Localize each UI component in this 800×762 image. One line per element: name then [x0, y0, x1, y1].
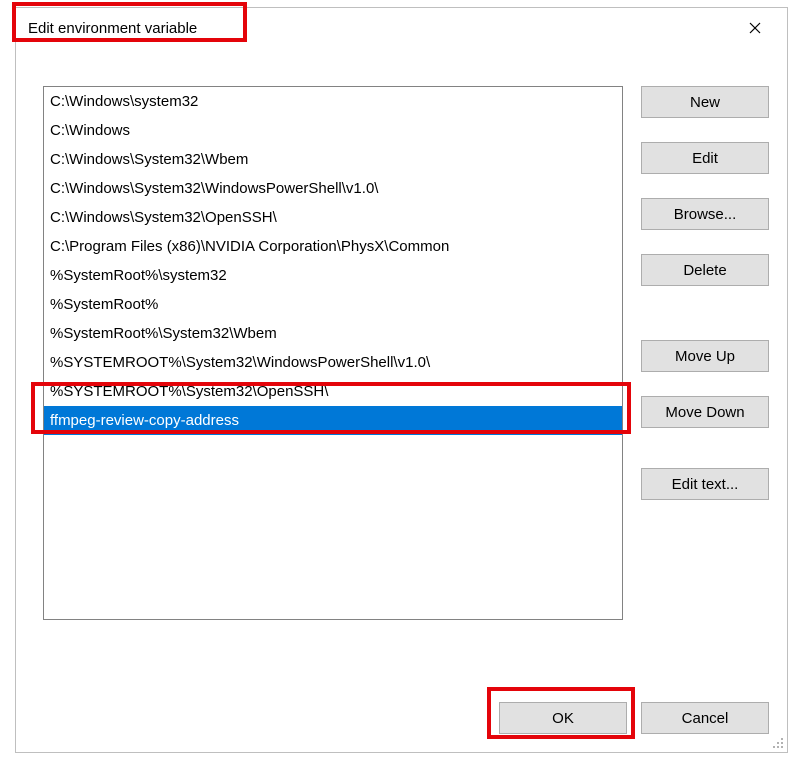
- path-listbox[interactable]: C:\Windows\system32C:\WindowsC:\Windows\…: [43, 86, 623, 620]
- cancel-button[interactable]: Cancel: [641, 702, 769, 734]
- list-item[interactable]: ffmpeg-review-copy-address: [44, 406, 622, 435]
- new-button[interactable]: New: [641, 86, 769, 118]
- move-down-button[interactable]: Move Down: [641, 396, 769, 428]
- list-item[interactable]: %SYSTEMROOT%\System32\OpenSSH\: [44, 377, 622, 406]
- dialog-content: C:\Windows\system32C:\WindowsC:\Windows\…: [16, 48, 787, 752]
- list-item[interactable]: C:\Windows\System32\Wbem: [44, 145, 622, 174]
- edit-env-var-dialog: Edit environment variable C:\Windows\sys…: [15, 7, 788, 753]
- list-item[interactable]: %SystemRoot%: [44, 290, 622, 319]
- resize-grip[interactable]: [771, 736, 785, 750]
- titlebar: Edit environment variable: [16, 8, 787, 48]
- list-item[interactable]: %SystemRoot%\System32\Wbem: [44, 319, 622, 348]
- list-item[interactable]: %SYSTEMROOT%\System32\WindowsPowerShell\…: [44, 348, 622, 377]
- ok-button[interactable]: OK: [499, 702, 627, 734]
- bottom-buttons: OK Cancel: [499, 702, 769, 734]
- list-item[interactable]: C:\Windows: [44, 116, 622, 145]
- dialog-title: Edit environment variable: [28, 20, 197, 37]
- list-item[interactable]: %SystemRoot%\system32: [44, 261, 622, 290]
- main-row: C:\Windows\system32C:\WindowsC:\Windows\…: [43, 48, 769, 620]
- side-buttons: New Edit Browse... Delete Move Up Move D…: [641, 86, 769, 620]
- list-item[interactable]: C:\Windows\System32\OpenSSH\: [44, 203, 622, 232]
- edit-button[interactable]: Edit: [641, 142, 769, 174]
- close-icon: [749, 22, 761, 34]
- close-button[interactable]: [735, 8, 775, 48]
- list-item[interactable]: C:\Windows\system32: [44, 87, 622, 116]
- browse-button[interactable]: Browse...: [641, 198, 769, 230]
- move-up-button[interactable]: Move Up: [641, 340, 769, 372]
- delete-button[interactable]: Delete: [641, 254, 769, 286]
- list-item[interactable]: C:\Program Files (x86)\NVIDIA Corporatio…: [44, 232, 622, 261]
- edit-text-button[interactable]: Edit text...: [641, 468, 769, 500]
- list-item[interactable]: C:\Windows\System32\WindowsPowerShell\v1…: [44, 174, 622, 203]
